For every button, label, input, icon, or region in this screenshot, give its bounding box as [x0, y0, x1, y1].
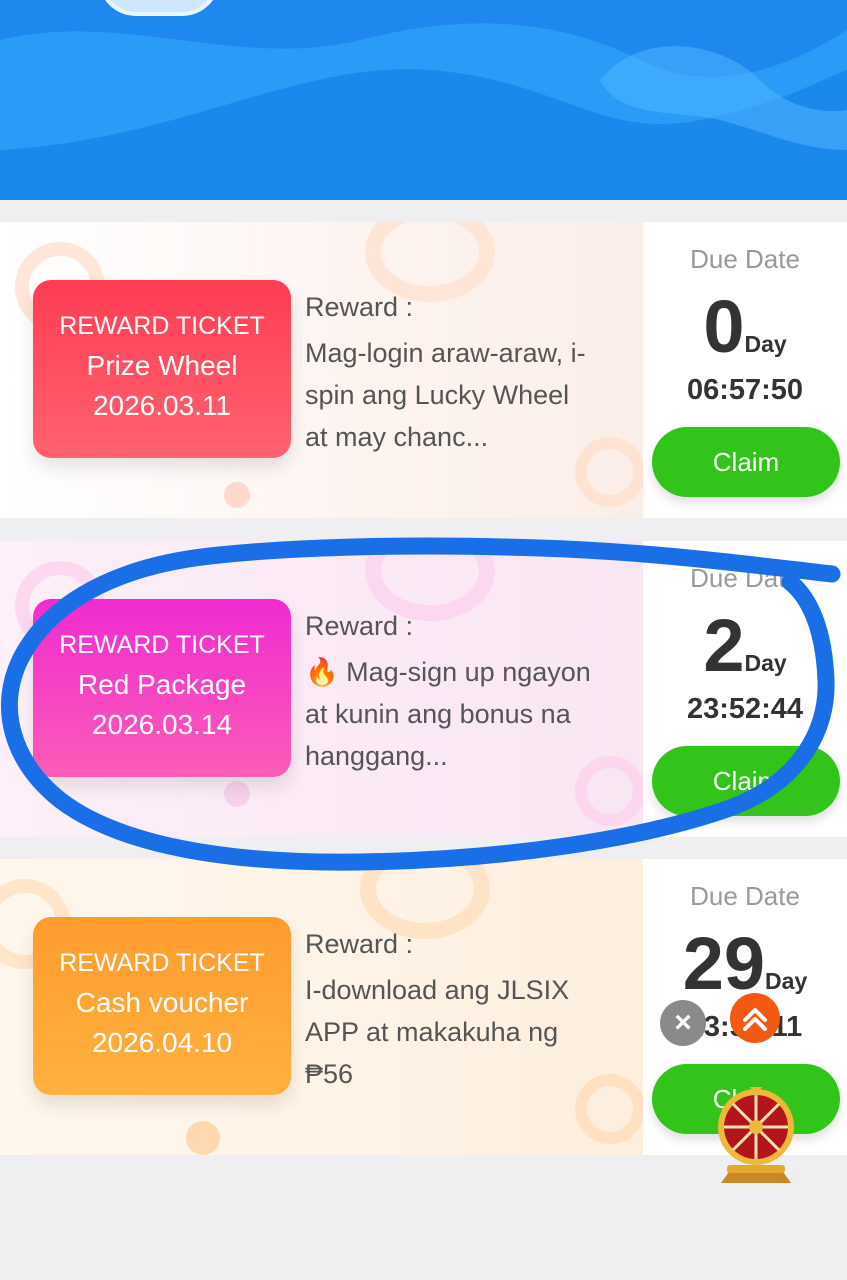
reward-card-red-package: REWARD TICKET Red Package 2026.03.14 Rew… [0, 541, 847, 837]
days-remaining: 0Day [643, 290, 847, 364]
card-body: REWARD TICKET Cash voucher 2026.04.10 Re… [0, 859, 645, 1155]
ticket-label: REWARD TICKET [59, 312, 265, 340]
ticket-name: Prize Wheel [86, 350, 238, 381]
card-body: REWARD TICKET Red Package 2026.03.14 Rew… [0, 541, 645, 837]
due-date-label: Due Date [690, 881, 800, 911]
decor-dot [186, 1121, 220, 1155]
ticket-label: REWARD TICKET [59, 631, 265, 659]
reward-ticket[interactable]: REWARD TICKET Prize Wheel 2026.03.11 [33, 280, 291, 458]
reward-label: Reward : [305, 292, 414, 322]
reward-card-prize-wheel: REWARD TICKET Prize Wheel 2026.03.11 Rew… [0, 222, 847, 518]
claim-button[interactable]: Claim [652, 427, 840, 497]
double-chevron-up-icon[interactable] [730, 993, 780, 1043]
reward-ticket[interactable]: REWARD TICKET Red Package 2026.03.14 [33, 599, 291, 777]
reward-description: I-download ang JLSIX APP at makakuha ng … [305, 975, 570, 1089]
lucky-wheel-icon[interactable] [713, 1085, 799, 1185]
due-date-label: Due Date [690, 244, 800, 274]
reward-label: Reward : [305, 611, 414, 641]
decor-dot [224, 781, 250, 807]
ticket-name: Red Package [77, 669, 247, 700]
days-unit: Day [744, 331, 787, 357]
days-number: 2 [703, 604, 745, 687]
ticket-date: 2026.03.11 [92, 390, 232, 421]
days-remaining: 29Day [643, 927, 847, 1001]
due-date-label: Due Date [690, 563, 800, 593]
close-icon[interactable]: × [660, 1000, 706, 1046]
days-number: 0 [703, 285, 745, 368]
header-wave-decoration [0, 0, 847, 200]
due-date-panel: Due Date 2Day 23:52:44 Claim [643, 541, 847, 837]
reward-label: Reward : [305, 929, 414, 959]
countdown-time: 06:57:50 [686, 374, 804, 406]
decor-dot [224, 482, 250, 508]
card-body: REWARD TICKET Prize Wheel 2026.03.11 Rew… [0, 222, 645, 518]
ticket-label: REWARD TICKET [59, 949, 265, 977]
header-banner [0, 0, 847, 200]
claim-button[interactable]: Claim [652, 746, 840, 816]
days-unit: Day [744, 650, 787, 676]
due-date-panel: Due Date 0Day 06:57:50 Claim [643, 222, 847, 518]
decor-ring [365, 541, 495, 621]
countdown-time: 23:52:44 [686, 693, 804, 725]
ticket-date: 2026.04.10 [91, 1027, 233, 1058]
ticket-name: Cash voucher [75, 987, 249, 1018]
reward-ticket[interactable]: REWARD TICKET Cash voucher 2026.04.10 [33, 917, 291, 1095]
reward-description: 🔥 Mag-sign up ngayon at kunin ang bonus … [305, 657, 591, 771]
days-remaining: 2Day [643, 609, 847, 683]
reward-description: Mag-login araw-araw, i-spin ang Lucky Wh… [305, 338, 586, 452]
decor-ring [365, 222, 495, 302]
decor-ring [360, 859, 490, 939]
days-unit: Day [765, 968, 808, 994]
ticket-date: 2026.03.14 [91, 709, 233, 740]
